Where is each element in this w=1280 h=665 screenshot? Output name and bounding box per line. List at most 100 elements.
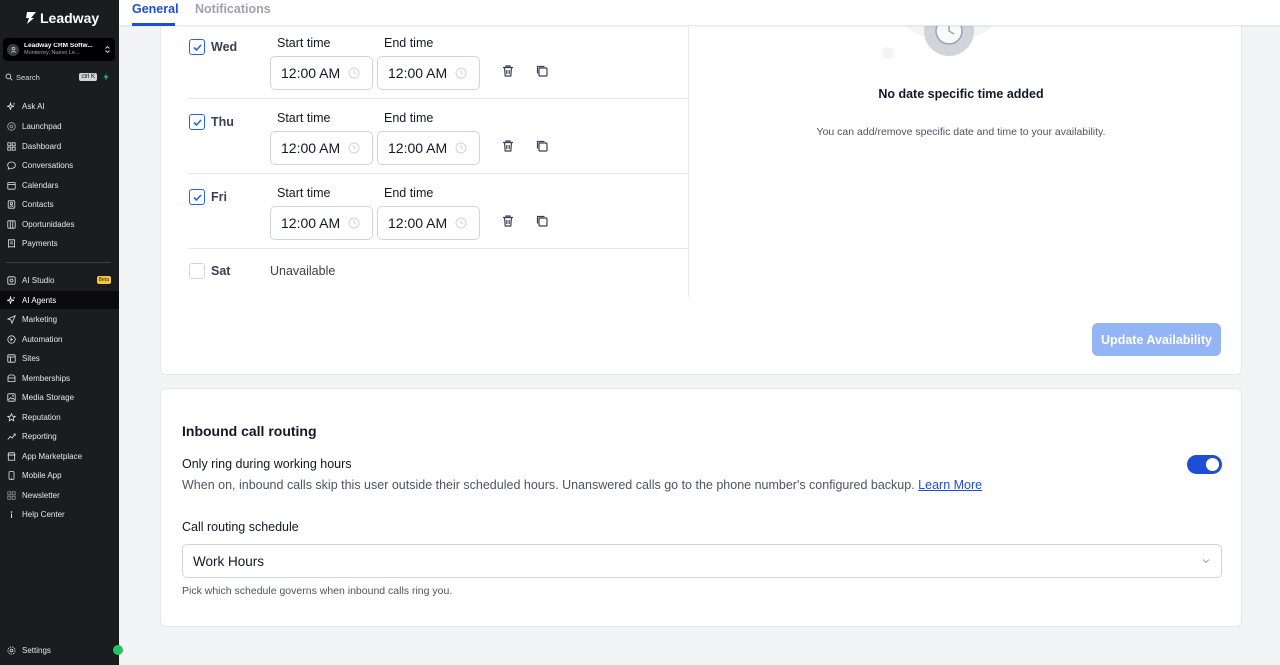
sidebar-collapse-handle[interactable] <box>113 645 123 655</box>
sidebar-item-calendars[interactable]: Calendars <box>0 176 119 194</box>
sidebar-item-app-marketplace[interactable]: App Marketplace <box>0 447 119 465</box>
account-avatar <box>7 43 19 56</box>
sidebar-item-conversations[interactable]: Conversations <box>0 156 119 174</box>
sidebar-item-settings[interactable]: Settings <box>0 641 119 659</box>
start-time-input[interactable]: 12:00 AM <box>270 131 373 165</box>
sidebar-item-label: Contacts <box>22 199 54 209</box>
day-checkbox-sat[interactable] <box>189 263 205 279</box>
toggle-knob <box>1206 458 1219 471</box>
sidebar-item-label: Automation <box>22 334 63 344</box>
sidebar-item-payments[interactable]: Payments <box>0 234 119 252</box>
user-icon <box>10 46 16 53</box>
search-shortcut: ctrl K <box>79 73 97 81</box>
availability-card: Wed Start time End time 12:00 AM 12:00 A… <box>160 0 1242 375</box>
trash-icon[interactable] <box>501 139 515 153</box>
sidebar-item-media-storage[interactable]: Media Storage <box>0 388 119 406</box>
account-switcher[interactable]: Leadway CRM Softw... Monterrey, Nuevo Le… <box>3 38 115 61</box>
day-label: Sat <box>211 264 231 278</box>
day-row-fri: Fri Start time End time 12:00 AM 12:00 A… <box>188 174 688 249</box>
end-time-input[interactable]: 12:00 AM <box>377 206 480 240</box>
start-time-input[interactable]: 12:00 AM <box>270 56 373 90</box>
day-checkbox-fri[interactable] <box>189 189 205 205</box>
search-icon <box>5 73 13 81</box>
end-time-input[interactable]: 12:00 AM <box>377 56 480 90</box>
account-name: Leadway CRM Softw... <box>24 43 93 49</box>
lightning-icon[interactable] <box>102 73 110 81</box>
ring-hours-desc-text: When on, inbound calls skip this user ou… <box>182 478 915 492</box>
calendar-icon <box>7 181 16 190</box>
chevron-down-icon <box>1202 559 1210 564</box>
start-time-input[interactable]: 12:00 AM <box>270 206 373 240</box>
sidebar-item-reporting[interactable]: Reporting <box>0 427 119 445</box>
checkmark-icon <box>192 43 202 51</box>
contacts-icon <box>7 199 16 209</box>
filter-icon <box>7 219 16 229</box>
sidebar-search[interactable]: Search ctrl K <box>5 71 113 83</box>
clock-icon <box>348 142 360 154</box>
sidebar-item-newsletter[interactable]: Newsletter <box>0 486 119 504</box>
sidebar-item-ai-studio[interactable]: AI Studio Beta <box>0 271 119 289</box>
end-time-input[interactable]: 12:00 AM <box>377 131 480 165</box>
sidebar-item-ask-ai[interactable]: Ask AI <box>0 97 119 115</box>
end-time-label: End time <box>384 36 434 50</box>
clock-icon <box>348 217 360 229</box>
ring-hours-label: Only ring during working hours <box>182 457 352 471</box>
day-label: Fri <box>211 190 227 204</box>
tab-general[interactable]: General <box>132 2 179 16</box>
search-label: Search <box>16 72 40 82</box>
receipt-icon <box>8 238 15 248</box>
start-time-label: Start time <box>277 36 331 50</box>
inbound-routing-card: Inbound call routing Only ring during wo… <box>160 388 1242 627</box>
column-divider <box>688 27 689 297</box>
sidebar-item-contacts[interactable]: Contacts <box>0 195 119 213</box>
day-label: Wed <box>211 40 238 54</box>
marketplace-icon <box>7 451 16 461</box>
info-icon <box>10 510 13 518</box>
clock-icon <box>455 67 467 79</box>
sidebar-item-oportunidades[interactable]: Oportunidades <box>0 215 119 233</box>
sidebar-item-reputation[interactable]: Reputation <box>0 408 119 426</box>
time-value: 12:00 AM <box>281 215 341 231</box>
copy-icon[interactable] <box>535 139 549 153</box>
copy-icon[interactable] <box>535 64 549 78</box>
learn-more-link[interactable]: Learn More <box>918 478 982 492</box>
sidebar-item-label: Payments <box>22 238 58 248</box>
sidebar-item-automation[interactable]: Automation <box>0 330 119 348</box>
sidebar-item-label: Conversations <box>22 160 74 170</box>
time-value: 12:00 AM <box>281 65 341 81</box>
ring-hours-description: When on, inbound calls skip this user ou… <box>182 478 982 492</box>
clock-icon <box>455 142 467 154</box>
day-checkbox-wed[interactable] <box>189 39 205 55</box>
sidebar-item-label: Settings <box>22 645 51 655</box>
send-icon <box>7 314 16 324</box>
tab-notifications[interactable]: Notifications <box>195 2 271 16</box>
time-value: 12:00 AM <box>388 215 448 231</box>
chart-icon <box>7 433 16 440</box>
tab-bar: General Notifications <box>119 0 1280 26</box>
schedule-label: Call routing schedule <box>182 520 299 534</box>
sidebar-item-dashboard[interactable]: Dashboard <box>0 137 119 155</box>
sidebar-item-mobile-app[interactable]: Mobile App <box>0 466 119 484</box>
sidebar-item-marketing[interactable]: Marketing <box>0 310 119 328</box>
update-availability-button[interactable]: Update Availability <box>1092 323 1221 356</box>
ring-hours-toggle[interactable] <box>1187 455 1222 474</box>
sidebar-item-ai-agents[interactable]: AI Agents <box>0 291 119 309</box>
sidebar-item-label: Dashboard <box>22 141 62 151</box>
start-time-label: Start time <box>277 186 331 200</box>
day-checkbox-thu[interactable] <box>189 114 205 130</box>
membership-icon <box>7 374 16 382</box>
sidebar-item-memberships[interactable]: Memberships <box>0 369 119 387</box>
trash-icon[interactable] <box>501 214 515 228</box>
sidebar-item-sites[interactable]: Sites <box>0 349 119 367</box>
copy-icon[interactable] <box>535 214 549 228</box>
brand-logo[interactable]: Leadway <box>25 10 99 26</box>
time-value: 12:00 AM <box>281 140 341 156</box>
trash-icon[interactable] <box>501 64 515 78</box>
schedule-value: Work Hours <box>193 553 265 569</box>
automation-icon <box>7 334 16 344</box>
sites-icon <box>7 353 16 363</box>
start-time-label: Start time <box>277 111 331 125</box>
sidebar-item-launchpad[interactable]: Launchpad <box>0 117 119 135</box>
schedule-select[interactable]: Work Hours <box>182 544 1222 578</box>
sidebar-item-help-center[interactable]: Help Center <box>0 505 119 523</box>
